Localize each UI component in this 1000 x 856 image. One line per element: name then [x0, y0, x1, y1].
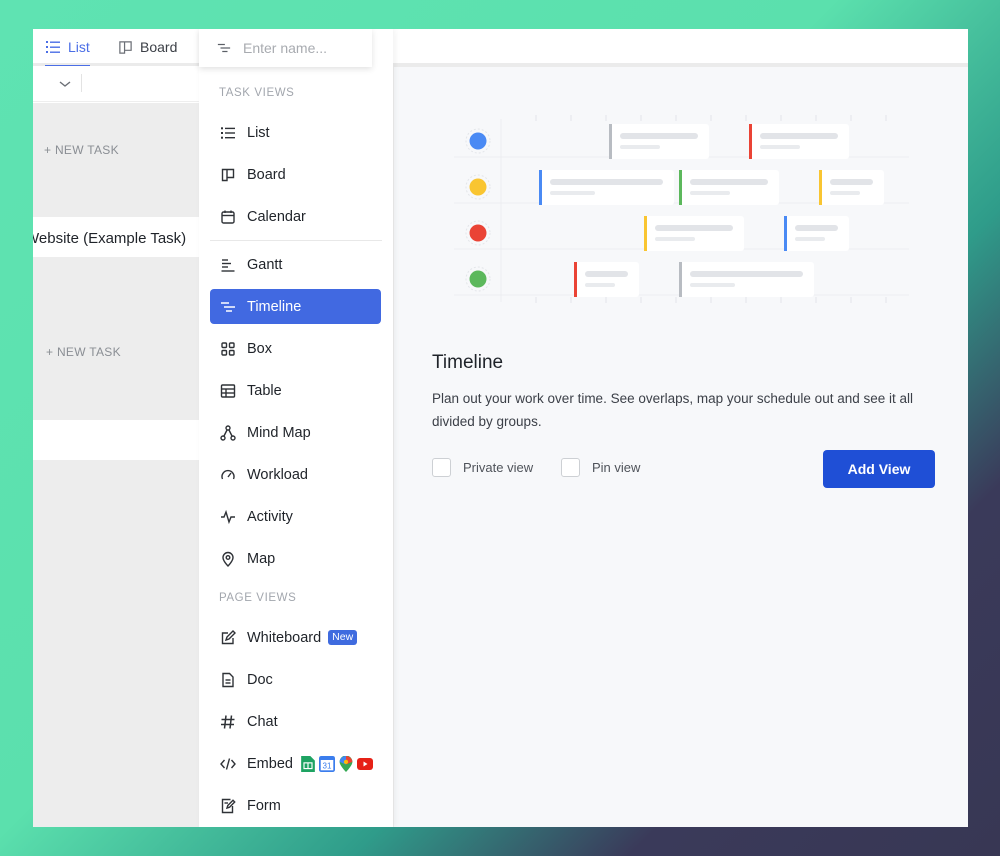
- activity-icon: [221, 509, 235, 524]
- map-pin-icon: [222, 551, 234, 567]
- form-icon: [221, 798, 236, 813]
- menu-item-label: Box: [247, 340, 272, 357]
- pin-view-label: Pin view: [592, 460, 641, 475]
- checkbox-box[interactable]: [432, 458, 451, 477]
- gantt-icon: [221, 258, 235, 272]
- google-maps-icon: [339, 755, 353, 772]
- hashtag-icon: [221, 714, 235, 729]
- menu-item-board[interactable]: Board: [210, 157, 381, 192]
- add-view-button[interactable]: Add View: [823, 450, 935, 488]
- menu-item-label: Timeline: [247, 298, 302, 315]
- menu-item-chat[interactable]: Chat: [210, 704, 381, 739]
- menu-item-label: Calendar: [247, 208, 306, 225]
- menu-item-activity[interactable]: Activity: [210, 499, 381, 534]
- add-view-menu: TASK VIEWS List Board Calendar Gantt Tim…: [199, 29, 393, 827]
- checkbox-box[interactable]: [561, 458, 580, 477]
- menu-item-timeline[interactable]: Timeline: [210, 289, 381, 324]
- tab-list-label: List: [68, 39, 90, 55]
- chevron-down-icon[interactable]: [57, 76, 73, 92]
- menu-item-label: Map: [247, 550, 276, 567]
- app-window: List Board + NEW TASK Website (Example T…: [33, 29, 968, 827]
- view-preview-panel: Timeline Plan out your work over time. S…: [393, 67, 968, 827]
- menu-item-label: Mind Map: [247, 424, 311, 441]
- youtube-icon: [356, 757, 373, 770]
- menu-item-map[interactable]: Map: [210, 541, 381, 576]
- menu-item-label: Embed: [247, 755, 293, 772]
- new-badge: New: [328, 630, 358, 645]
- menu-item-doc[interactable]: Doc: [210, 662, 381, 697]
- task-group-area: [33, 257, 199, 420]
- menu-item-label: Board: [247, 166, 286, 183]
- timeline-illustration: [454, 115, 909, 303]
- menu-item-whiteboard[interactable]: Whiteboard New: [210, 620, 381, 655]
- menu-divider: [210, 240, 382, 241]
- box-icon: [221, 341, 235, 356]
- page-views-label: PAGE VIEWS: [219, 592, 297, 604]
- tab-board[interactable]: Board: [118, 29, 177, 65]
- menu-item-table[interactable]: Table: [210, 373, 381, 408]
- menu-item-box[interactable]: Box: [210, 331, 381, 366]
- tab-board-label: Board: [140, 39, 178, 55]
- menu-item-embed[interactable]: Embed 31: [210, 746, 381, 781]
- list-toolbar: [33, 66, 199, 102]
- view-name-input[interactable]: [243, 40, 353, 56]
- board-icon: [221, 168, 235, 181]
- menu-item-label: Whiteboard: [247, 629, 322, 646]
- task-name[interactable]: Website (Example Task): [33, 230, 186, 247]
- mind-map-icon: [220, 424, 236, 441]
- table-icon: [220, 383, 236, 398]
- preview-description: Plan out your work over time. See overla…: [432, 391, 914, 429]
- menu-item-workload[interactable]: Workload: [210, 457, 381, 492]
- list-icon: [46, 41, 60, 53]
- calendar-day-number: 31: [323, 761, 332, 770]
- embed-service-icons: 31: [300, 755, 373, 772]
- menu-item-gantt[interactable]: Gantt: [210, 247, 381, 282]
- new-task-button[interactable]: + NEW TASK: [46, 345, 121, 359]
- menu-item-label: Form: [247, 797, 281, 814]
- pin-view-checkbox[interactable]: Pin view: [561, 458, 640, 477]
- google-sheets-icon: [301, 755, 315, 772]
- board-icon: [119, 40, 132, 54]
- preview-title: Timeline: [432, 352, 504, 373]
- code-icon: [220, 757, 236, 770]
- menu-item-label: Activity: [247, 508, 293, 525]
- menu-item-label: Workload: [247, 466, 308, 483]
- menu-item-form[interactable]: Form: [210, 788, 381, 823]
- task-views-label: TASK VIEWS: [219, 87, 295, 99]
- toolbar-divider: [81, 74, 82, 92]
- menu-item-label: Gantt: [247, 256, 283, 273]
- menu-item-label: Chat: [247, 713, 278, 730]
- menu-item-label: Table: [247, 382, 282, 399]
- menu-item-calendar[interactable]: Calendar: [210, 199, 381, 234]
- private-view-checkbox[interactable]: Private view: [432, 458, 533, 477]
- task-group-area: [33, 103, 199, 217]
- view-name-search[interactable]: [199, 29, 372, 67]
- task-row[interactable]: [33, 420, 199, 460]
- doc-icon: [222, 672, 234, 687]
- task-group-area: [33, 460, 199, 827]
- menu-item-label: Doc: [247, 671, 273, 688]
- timeline-lines-icon: [217, 43, 231, 53]
- google-calendar-icon: 31: [318, 755, 335, 772]
- whiteboard-icon: [221, 629, 236, 644]
- new-task-button[interactable]: + NEW TASK: [44, 143, 119, 157]
- menu-item-list[interactable]: List: [210, 115, 381, 150]
- gauge-icon: [221, 469, 235, 479]
- calendar-icon: [221, 210, 235, 224]
- private-view-label: Private view: [463, 460, 534, 475]
- menu-item-label: List: [247, 124, 270, 141]
- view-tab-bar: List Board: [33, 29, 968, 67]
- menu-item-mind-map[interactable]: Mind Map: [210, 415, 381, 450]
- timeline-icon: [221, 301, 235, 312]
- tab-list[interactable]: List: [45, 29, 90, 67]
- list-icon: [221, 126, 235, 139]
